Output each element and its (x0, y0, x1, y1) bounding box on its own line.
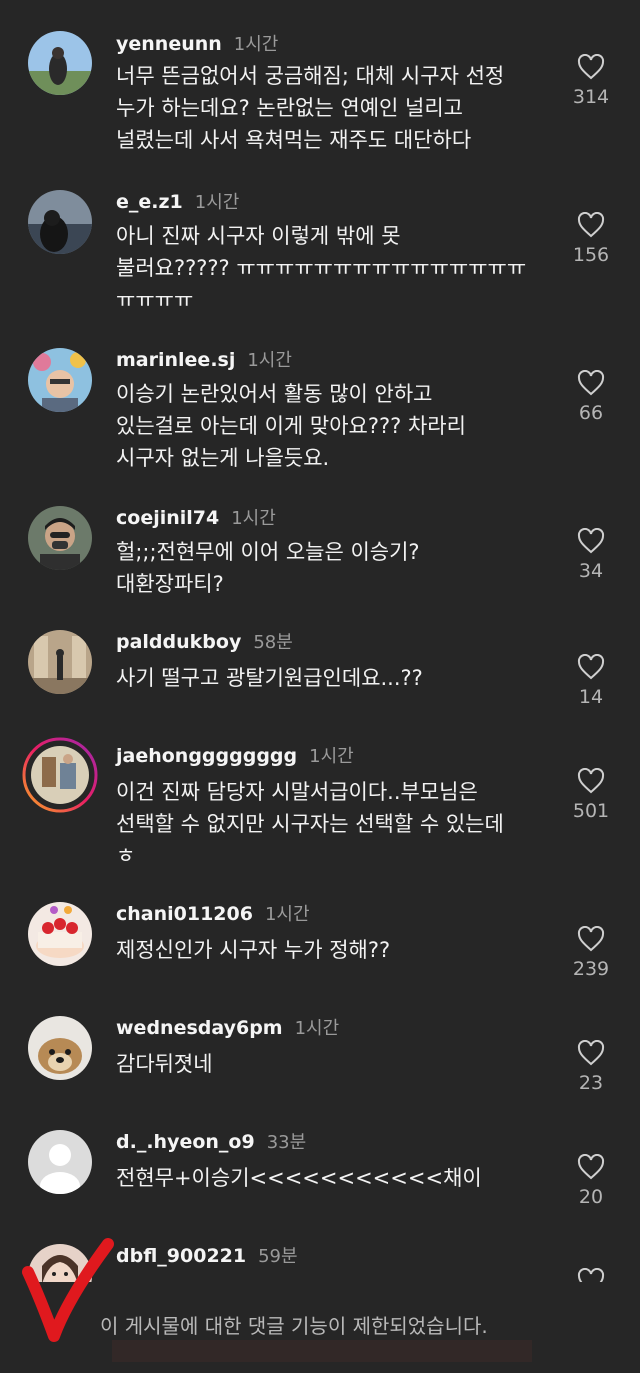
heart-icon[interactable] (570, 654, 612, 680)
comments-restricted-notice: 이 게시물에 대한 댓글 기능이 제한되었습니다. (100, 1314, 488, 1338)
heart-icon[interactable] (570, 528, 612, 554)
comment-time: 33분 (266, 1132, 307, 1153)
comment-time: 1시간 (247, 350, 292, 371)
comment-line: 사기 떨구고 광탈기원급인데요...?? (116, 666, 423, 690)
like-count: 314 (572, 86, 610, 108)
comment-text: 사기 떨구고 광탈기원급인데요...?? (116, 662, 556, 694)
username-text[interactable]: coejinil74 (116, 507, 219, 529)
comment-line: 아니 진짜 시구자 이렇게 밖에 못 (116, 224, 401, 248)
comment-line: 시구자 없는게 나을듯요. (116, 446, 330, 470)
username[interactable]: coejinil74 1시간 (116, 504, 276, 530)
comment-time: 1시간 (194, 192, 240, 213)
like-control[interactable]: 23 (570, 1040, 612, 1094)
comment-text: 아니 진짜 시구자 이렇게 밖에 못 불러요????? ㅠㅠㅠㅠㅠㅠㅠㅠㅠㅠㅠㅠ… (116, 220, 556, 316)
comment-line: 이건 진짜 담당자 시말서급이다..부모님은 (116, 780, 478, 804)
heart-icon[interactable] (570, 768, 612, 794)
comment-time: 1시간 (231, 508, 276, 529)
username-text[interactable]: jaehongggggggg (116, 745, 297, 767)
comment-text: 전현무+이승기<<<<<<<<<<<채이 (116, 1162, 556, 1194)
username[interactable]: marinlee.sj 1시간 (116, 346, 292, 372)
heart-icon[interactable] (570, 212, 612, 238)
comment-text: 너무 뜬금없어서 궁금해짐; 대체 시구자 선정 누가 하는데요? 논란없는 연… (116, 60, 556, 156)
username-text[interactable]: palddukboy (116, 631, 241, 653)
like-control[interactable]: 20 (570, 1154, 612, 1208)
comment-time: 1시간 (294, 1018, 340, 1039)
like-count: 501 (572, 800, 610, 822)
comment-line: ㅎ (116, 844, 136, 868)
comment-text: 감다뒤졋네 (116, 1048, 556, 1080)
username[interactable]: e_e.z1 1시간 (116, 188, 239, 214)
comment-line: 널렸는데 사서 욕쳐먹는 재주도 대단하다 (116, 128, 472, 152)
comment-line: 너무 뜬금없어서 궁금해짐; 대체 시구자 선정 (116, 64, 505, 88)
comment-time: 59분 (258, 1246, 298, 1267)
username-text[interactable]: marinlee.sj (116, 349, 235, 371)
comment-line: 전현무+이승기<<<<<<<<<<<채이 (116, 1166, 482, 1190)
comment-text: 이건 진짜 담당자 시말서급이다..부모님은 선택할 수 없지만 시구자는 선택… (116, 776, 556, 872)
avatar[interactable] (28, 1016, 92, 1080)
username[interactable]: yenneunn 1시간 (116, 30, 278, 56)
red-checkmark-annotation (20, 1238, 120, 1352)
notice-highlight (112, 1340, 532, 1362)
comment-time: 58분 (253, 632, 293, 653)
like-control[interactable]: 501 (570, 768, 612, 822)
comment-line: 감다뒤졋네 (116, 1052, 213, 1076)
comment-line: 이승기 논란있어서 활동 많이 안하고 (116, 382, 433, 406)
avatar[interactable] (28, 1130, 92, 1194)
heart-icon[interactable] (570, 370, 612, 396)
like-count: 34 (578, 560, 604, 582)
username-text[interactable]: yenneunn (116, 33, 222, 55)
avatar[interactable] (28, 506, 92, 570)
comment-time: 1시간 (233, 34, 279, 55)
username[interactable]: palddukboy 58분 (116, 628, 293, 654)
username[interactable]: jaehongggggggg 1시간 (116, 742, 354, 768)
like-control[interactable]: 239 (570, 926, 612, 980)
like-count: 66 (578, 402, 604, 424)
comment-line: 제정신인가 시구자 누가 정해?? (116, 938, 391, 962)
avatar[interactable] (28, 348, 92, 412)
like-control[interactable]: 34 (570, 528, 612, 582)
avatar[interactable] (28, 902, 92, 966)
avatar[interactable] (28, 190, 92, 254)
comment-time: 1시간 (309, 746, 354, 767)
username-text[interactable]: dbfl_900221 (116, 1245, 246, 1267)
like-control[interactable]: 156 (570, 212, 612, 266)
like-count: 20 (578, 1186, 604, 1208)
heart-icon[interactable] (570, 1154, 612, 1180)
avatar[interactable] (28, 630, 92, 694)
comment-line: 대환장파티? (116, 572, 224, 596)
comment-text: 제정신인가 시구자 누가 정해?? (116, 934, 556, 966)
username-text[interactable]: d._.hyeon_o9 (116, 1131, 255, 1153)
like-count: 239 (572, 958, 610, 980)
like-control[interactable]: 14 (570, 654, 612, 708)
username-text[interactable]: wednesday6pm (116, 1017, 283, 1039)
comment-time: 1시간 (264, 904, 310, 925)
comment-line: 선택할 수 없지만 시구자는 선택할 수 있는데 (116, 812, 504, 836)
comment-text: 이승기 논란있어서 활동 많이 안하고 있는걸로 아는데 이게 맞아요??? 차… (116, 378, 556, 474)
username[interactable]: wednesday6pm 1시간 (116, 1014, 339, 1040)
like-control[interactable]: 66 (570, 370, 612, 424)
like-count: 14 (578, 686, 604, 708)
comment-line: 있는걸로 아는데 이게 맞아요??? 차라리 (116, 414, 466, 438)
comment-line: 헐;;;전현무에 이어 오늘은 이승기? (116, 540, 420, 564)
avatar[interactable] (28, 31, 92, 95)
comment-line: 불러요????? ㅠㅠㅠㅠㅠㅠㅠㅠㅠㅠㅠㅠㅠㅠㅠ (116, 256, 527, 280)
like-control[interactable]: 314 (570, 54, 612, 108)
comment-text: 헐;;;전현무에 이어 오늘은 이승기? 대환장파티? (116, 536, 556, 600)
heart-icon[interactable] (570, 54, 612, 80)
heart-icon[interactable] (570, 926, 612, 952)
comment-line: 누가 하는데요? 논란없는 연예인 널리고 (116, 96, 463, 120)
comment-line: ㅠㅠㅠㅠ (116, 288, 194, 312)
username-text[interactable]: chani011206 (116, 903, 253, 925)
username-text[interactable]: e_e.z1 (116, 191, 183, 213)
username[interactable]: dbfl_900221 59분 (116, 1242, 298, 1268)
avatar[interactable] (22, 737, 98, 813)
username[interactable]: d._.hyeon_o9 33분 (116, 1128, 306, 1154)
like-count: 23 (578, 1072, 604, 1094)
like-count: 156 (572, 244, 610, 266)
heart-icon[interactable] (570, 1040, 612, 1066)
username[interactable]: chani011206 1시간 (116, 900, 310, 926)
